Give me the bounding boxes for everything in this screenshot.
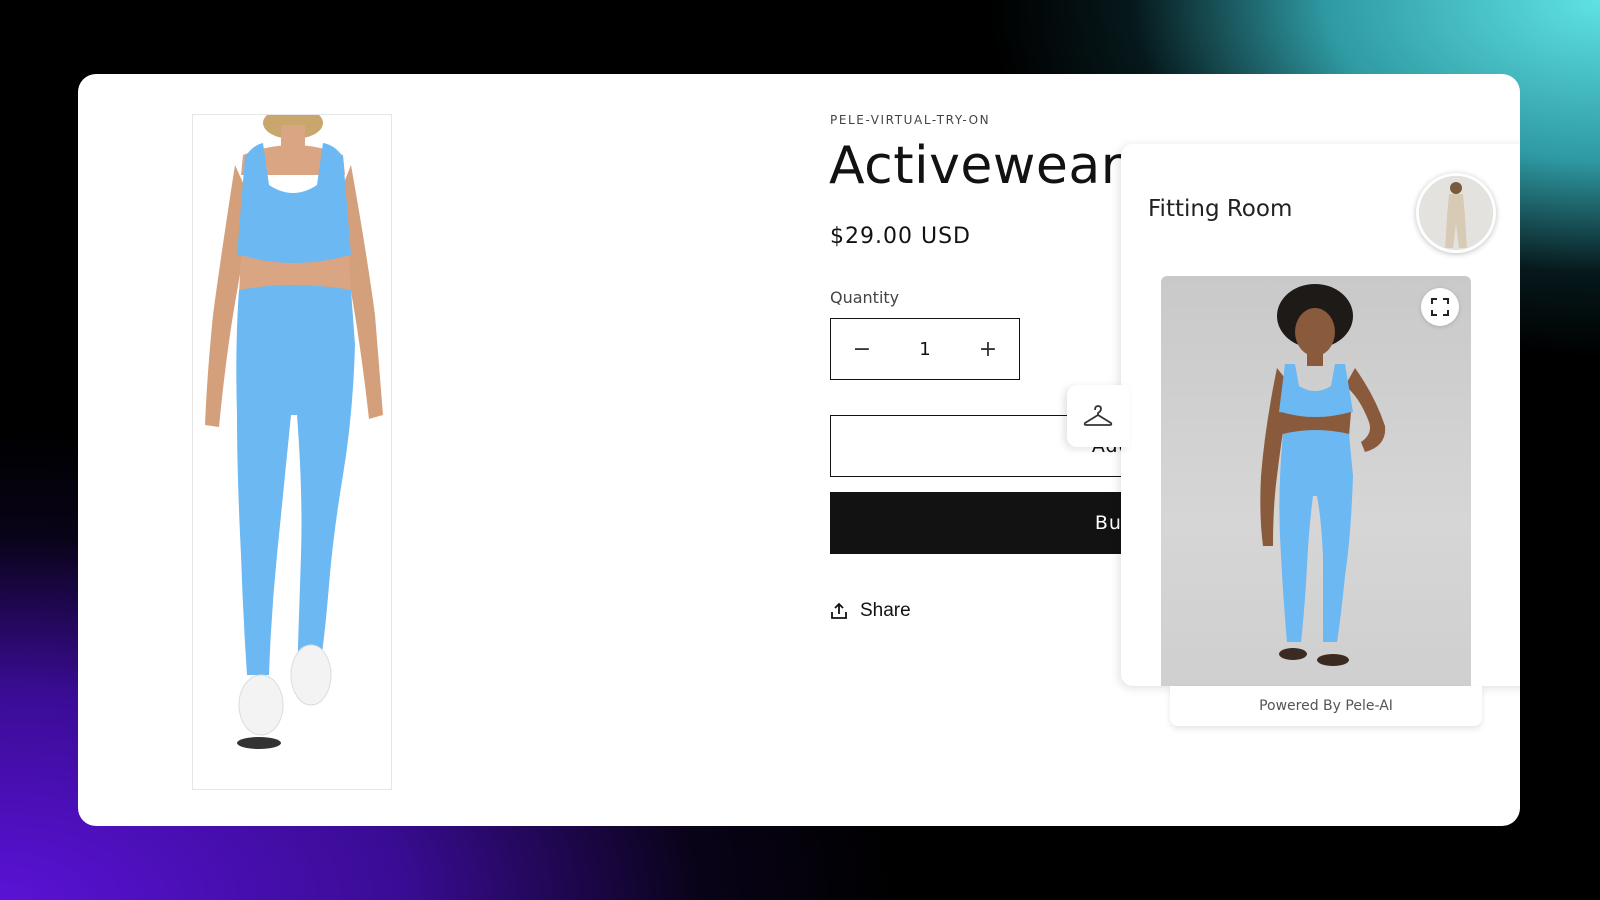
tryon-model-figure (1260, 284, 1386, 666)
quantity-input[interactable]: 1 (919, 339, 930, 360)
product-image[interactable] (192, 107, 392, 790)
avatar-photo (1419, 176, 1493, 250)
decrease-quantity-button[interactable]: − (831, 319, 893, 379)
quantity-stepper: − 1 + (830, 318, 1020, 380)
share-button[interactable]: Share (830, 600, 911, 622)
model-figure-image (205, 107, 383, 749)
hanger-icon (1083, 405, 1113, 426)
quantity-label: Quantity (830, 288, 900, 307)
expand-icon (1431, 298, 1449, 316)
share-label: Share (860, 600, 911, 621)
product-price: $29.00 USD (830, 224, 971, 249)
tryon-result-image[interactable] (1161, 276, 1471, 686)
expand-image-button[interactable] (1421, 288, 1459, 326)
fitting-room-title: Fitting Room (1148, 196, 1293, 222)
powered-by-footer: Powered By Pele-AI (1170, 686, 1482, 726)
product-page-card: PELE-VIRTUAL-TRY-ON Activewear S $29.00 … (78, 74, 1520, 826)
product-vendor: PELE-VIRTUAL-TRY-ON (830, 113, 991, 127)
fitting-room-toggle-button[interactable] (1067, 385, 1129, 447)
fitting-room-panel: Fitting Room (1121, 144, 1520, 686)
share-icon (831, 602, 847, 619)
increase-quantity-button[interactable]: + (957, 319, 1019, 379)
user-avatar[interactable] (1416, 173, 1496, 253)
